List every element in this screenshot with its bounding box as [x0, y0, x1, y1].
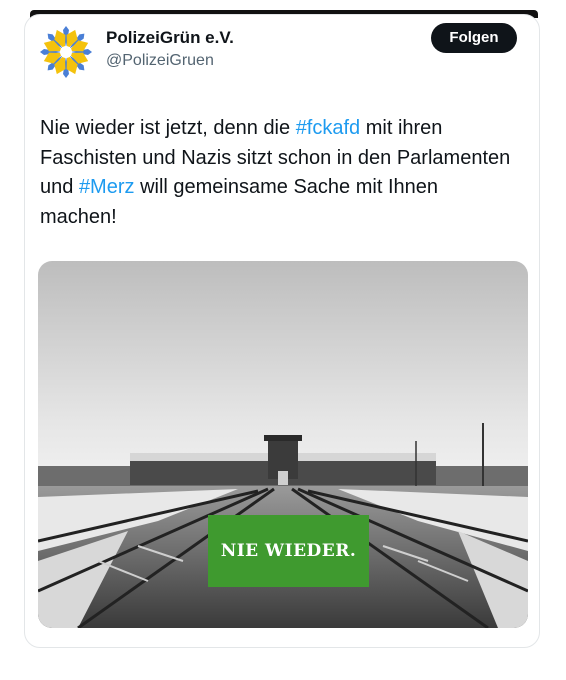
hashtag-link-merz[interactable]: #Merz: [79, 176, 135, 198]
tweet-media-image[interactable]: NIE WIEDER.: [38, 261, 528, 628]
sun-flower-icon[interactable]: [38, 24, 94, 80]
nie-wieder-badge: NIE WIEDER.: [208, 515, 369, 587]
account-handle[interactable]: @PolizeiGruen: [106, 52, 214, 70]
account-name[interactable]: PolizeiGrün e.V.: [106, 28, 234, 48]
follow-button[interactable]: Folgen: [431, 23, 517, 53]
hashtag-link-fckafd[interactable]: #fckafd: [296, 117, 360, 139]
tweet-text-part1: Nie wieder ist jetzt, denn die: [40, 117, 296, 139]
tweet-text: Nie wieder ist jetzt, denn die #fckafd m…: [40, 114, 520, 232]
